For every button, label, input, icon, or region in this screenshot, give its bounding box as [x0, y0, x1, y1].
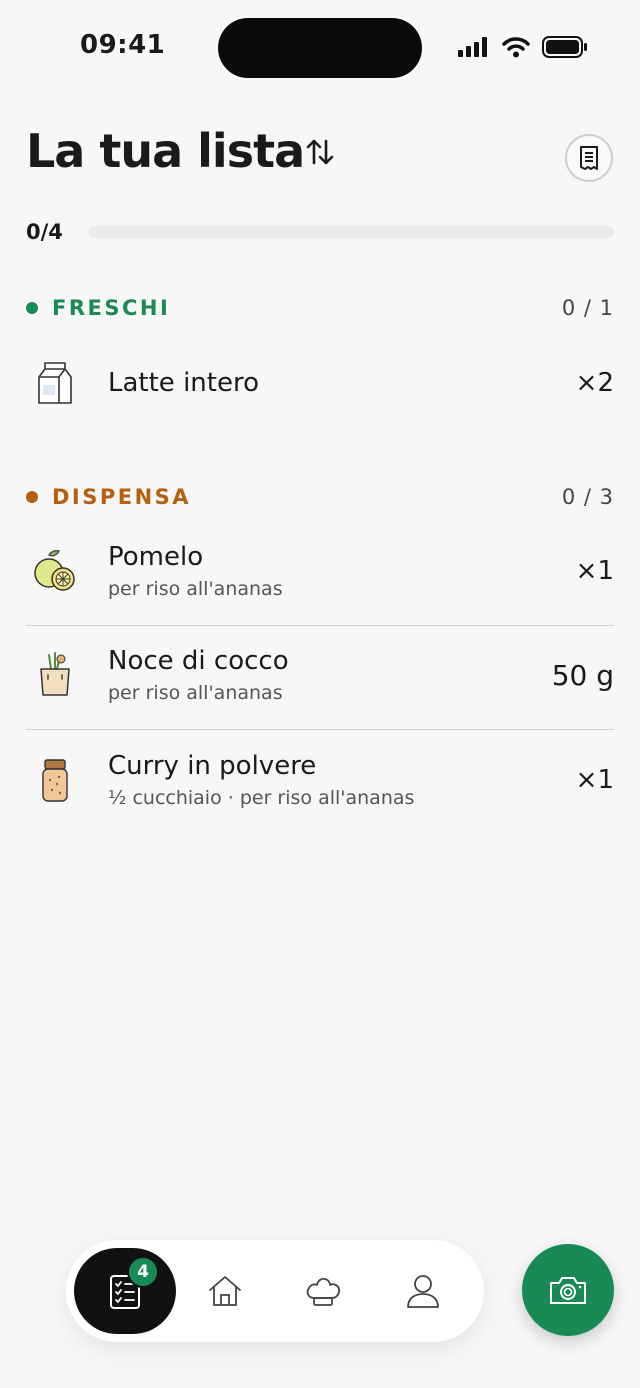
item-subtitle: per riso all'ananas	[108, 682, 283, 704]
item-name: Curry in polvere	[108, 751, 317, 781]
status-icons	[458, 36, 588, 58]
dynamic-island	[218, 18, 422, 78]
list-item[interactable]: Noce di cocco per riso all'ananas 50 g	[26, 646, 614, 704]
receipt-icon	[580, 146, 598, 170]
milk-carton-icon	[26, 354, 84, 412]
section-title: FRESCHI	[52, 296, 171, 320]
nav-tab-list[interactable]	[74, 1248, 176, 1334]
home-icon	[209, 1276, 241, 1306]
progress-label: 0/4	[26, 220, 63, 244]
section-header-freschi: FRESCHI 0 / 1	[26, 296, 614, 320]
status-time: 09:41	[80, 30, 166, 60]
progress-bar	[88, 226, 614, 238]
nav-tab-home[interactable]	[200, 1266, 250, 1316]
sort-button[interactable]	[300, 132, 340, 172]
divider	[26, 729, 614, 730]
section-dot	[26, 491, 38, 503]
divider	[26, 625, 614, 626]
section-title: DISPENSA	[52, 485, 192, 509]
item-name: Latte intero	[108, 368, 259, 398]
nav-tab-recipes[interactable]	[298, 1266, 348, 1316]
chef-hat-icon	[306, 1277, 341, 1306]
citrus-icon	[26, 542, 84, 600]
item-name: Pomelo	[108, 542, 204, 572]
nav-tab-profile[interactable]	[398, 1266, 448, 1316]
item-quantity: ×1	[575, 765, 614, 795]
item-subtitle: ½ cucchiaio · per riso all'ananas	[108, 787, 415, 809]
shopping-list-screen: 09:41 La tua lista 0/4 FRESCHI 0 / 1 Lat…	[0, 0, 640, 1388]
list-count-badge: 4	[127, 1256, 159, 1288]
list-item[interactable]: Curry in polvere ½ cucchiaio · per riso …	[26, 751, 614, 809]
profile-icon	[407, 1275, 439, 1308]
section-count: 0 / 3	[561, 485, 614, 509]
battery-icon	[542, 36, 587, 58]
item-quantity: ×2	[575, 368, 614, 398]
section-dot	[26, 302, 38, 314]
section-count: 0 / 1	[561, 296, 614, 320]
wifi-icon	[502, 37, 530, 58]
grocery-bag-icon	[26, 646, 84, 704]
bottom-nav	[66, 1240, 484, 1342]
section-header-dispensa: DISPENSA 0 / 3	[26, 485, 614, 509]
item-subtitle: per riso all'ananas	[108, 578, 283, 600]
list-item[interactable]: Pomelo per riso all'ananas ×1	[26, 542, 614, 600]
signal-icon	[458, 37, 487, 57]
sort-arrows-icon	[306, 139, 334, 165]
receipt-button[interactable]	[565, 134, 613, 182]
camera-icon	[550, 1277, 586, 1304]
spice-jar-icon	[26, 751, 84, 809]
item-quantity: 50 g	[551, 658, 614, 692]
item-quantity: ×1	[575, 556, 614, 586]
camera-button[interactable]	[522, 1244, 614, 1336]
page-title: La tua lista	[26, 124, 305, 178]
list-item[interactable]: Latte intero ×2	[26, 354, 614, 412]
item-name: Noce di cocco	[108, 646, 289, 676]
